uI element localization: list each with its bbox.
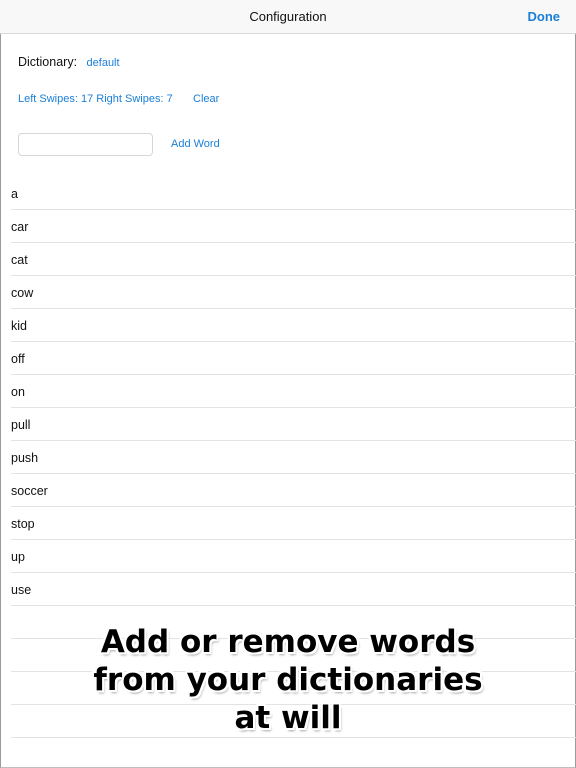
list-item[interactable]: on bbox=[11, 375, 576, 408]
list-item[interactable]: kid bbox=[11, 309, 576, 342]
word-label: pull bbox=[11, 418, 31, 432]
page-title: Configuration bbox=[249, 9, 327, 24]
word-label: a bbox=[11, 187, 18, 201]
dictionary-row: Dictionary: default bbox=[18, 55, 120, 69]
promo-line: at will bbox=[234, 700, 342, 736]
list-item[interactable]: use bbox=[11, 573, 576, 606]
word-list: a car cat cow kid off on pull push socce… bbox=[0, 177, 576, 606]
done-button[interactable]: Done bbox=[528, 9, 561, 24]
word-label: push bbox=[11, 451, 39, 465]
list-item[interactable]: pull bbox=[11, 408, 576, 441]
word-label: cat bbox=[11, 253, 28, 267]
new-word-input[interactable] bbox=[18, 133, 153, 156]
navigation-bar: Configuration Done bbox=[0, 0, 576, 34]
word-label: up bbox=[11, 550, 25, 564]
word-label: stop bbox=[11, 517, 35, 531]
list-item[interactable]: off bbox=[11, 342, 576, 375]
list-item[interactable]: push bbox=[11, 441, 576, 474]
word-label: kid bbox=[11, 319, 27, 333]
promo-line: Add or remove words bbox=[100, 624, 476, 660]
word-label: on bbox=[11, 385, 25, 399]
list-item[interactable]: stop bbox=[11, 507, 576, 540]
word-label: car bbox=[11, 220, 29, 234]
list-item[interactable]: a bbox=[11, 177, 576, 210]
dictionary-selector[interactable]: default bbox=[87, 57, 120, 69]
list-item[interactable]: up bbox=[11, 540, 576, 573]
list-item[interactable]: cat bbox=[11, 243, 576, 276]
clear-button[interactable]: Clear bbox=[193, 93, 219, 105]
list-item[interactable]: soccer bbox=[11, 474, 576, 507]
word-label: soccer bbox=[11, 484, 48, 498]
word-label: use bbox=[11, 583, 32, 597]
promo-line: from your dictionaries bbox=[93, 662, 483, 698]
dictionary-label: Dictionary: bbox=[18, 55, 78, 69]
list-item[interactable]: car bbox=[11, 210, 576, 243]
add-word-button[interactable]: Add Word bbox=[171, 138, 220, 150]
swipe-stats: Left Swipes: 17 Right Swipes: 7 bbox=[18, 93, 173, 105]
promo-caption: Add or remove words from your dictionari… bbox=[0, 623, 576, 737]
word-label: off bbox=[11, 352, 25, 366]
list-item[interactable]: cow bbox=[11, 276, 576, 309]
word-label: cow bbox=[11, 286, 34, 300]
